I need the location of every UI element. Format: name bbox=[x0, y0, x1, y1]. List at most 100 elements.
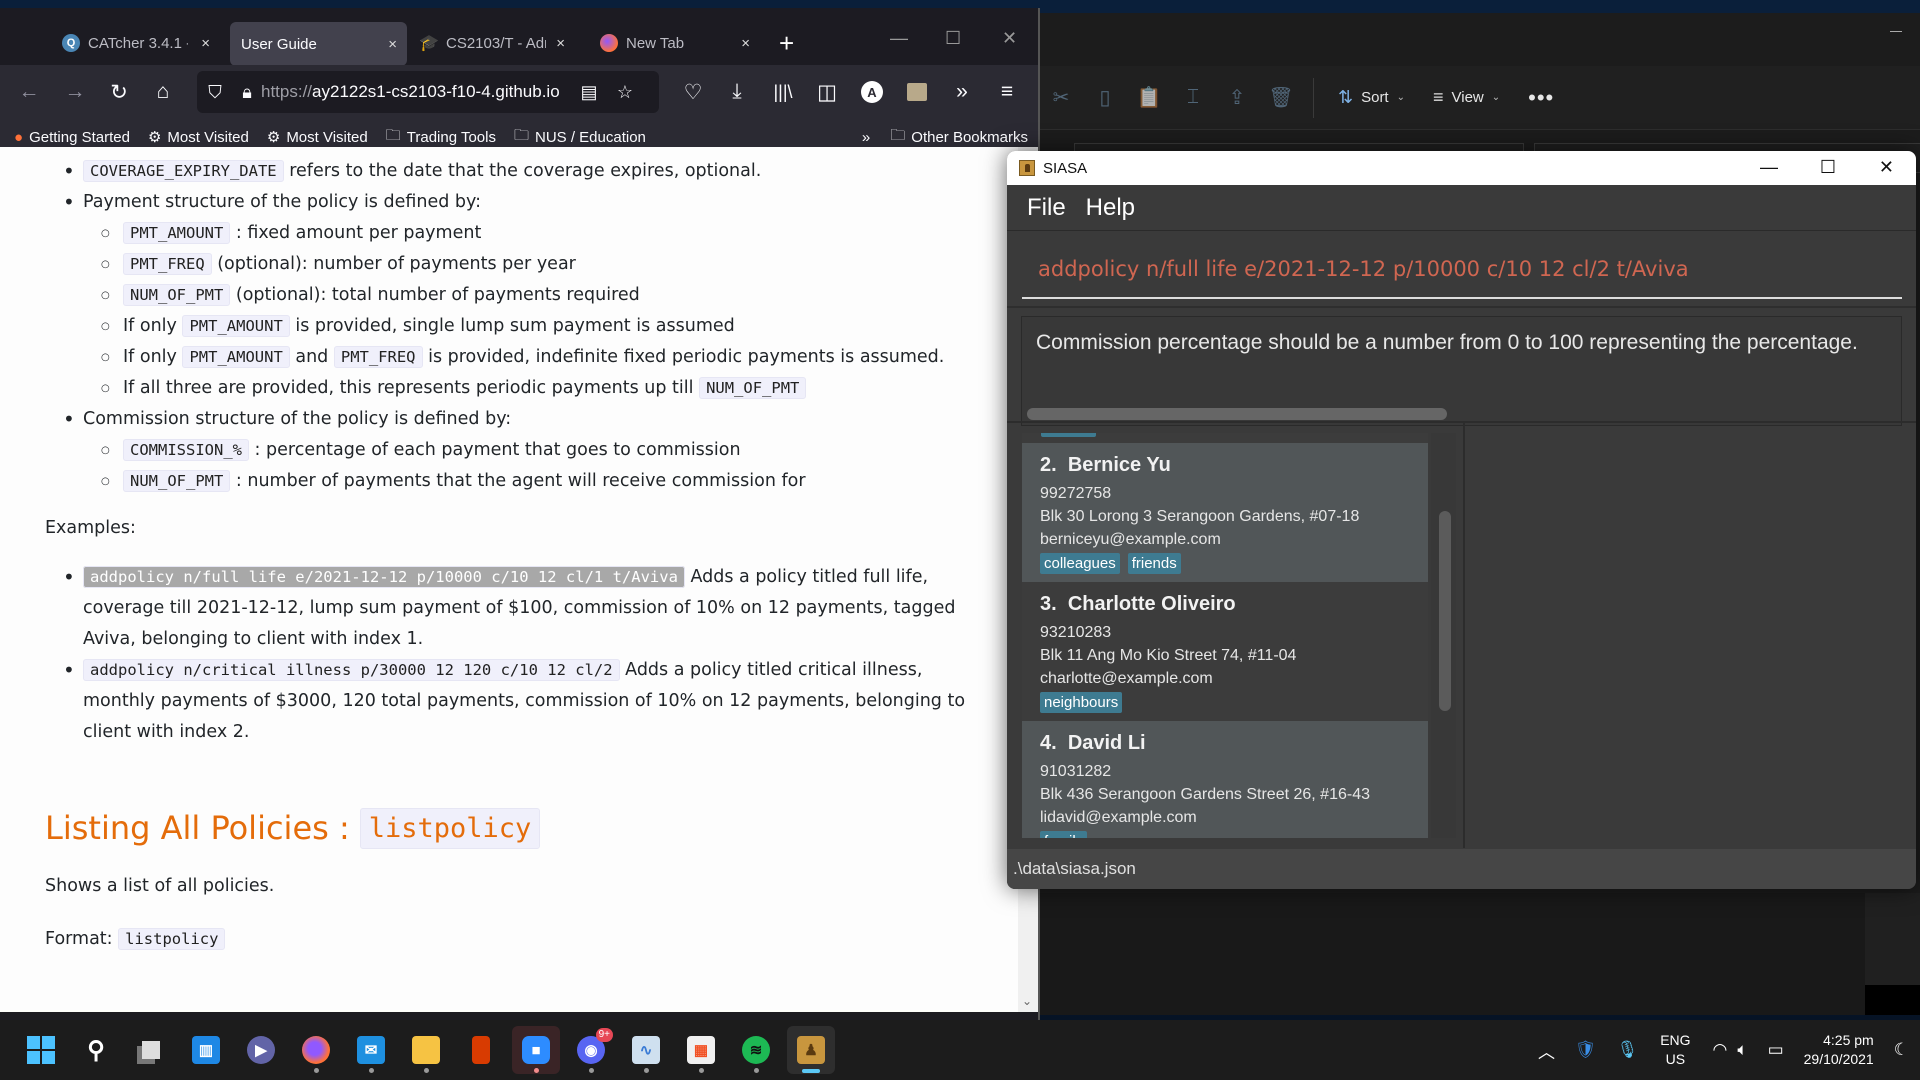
bookmark-other-bookmarks[interactable]: 🗀 Other Bookmarks bbox=[890, 125, 1028, 150]
close-button[interactable]: ✕ bbox=[1879, 157, 1894, 178]
taskbar-spotify[interactable]: ≋ bbox=[732, 1026, 780, 1074]
client-card[interactable]: 4. David Li 91031282 Blk 436 Serangoon G… bbox=[1022, 721, 1428, 838]
cut-icon[interactable]: ✂ bbox=[1039, 78, 1083, 118]
paste-icon[interactable]: 📋 bbox=[1127, 78, 1171, 118]
lock-icon[interactable]: 🔒︎ bbox=[233, 82, 261, 103]
close-tab-icon[interactable]: × bbox=[201, 35, 210, 52]
taskbar-resource-monitor[interactable]: ∿ bbox=[622, 1026, 670, 1074]
hamburger-menu-icon[interactable]: ≡ bbox=[992, 77, 1022, 107]
home-button[interactable]: ⌂ bbox=[148, 77, 178, 107]
command-input[interactable]: addpolicy n/full life e/2021-12-12 p/100… bbox=[1038, 257, 1689, 281]
client-phone: 99272758 bbox=[1040, 485, 1112, 502]
taskbar-discord[interactable]: ◉ 9+ bbox=[567, 1026, 615, 1074]
client-card[interactable]: 2. Bernice Yu 99272758 Blk 30 Lorong 3 S… bbox=[1022, 443, 1428, 582]
downloads-icon[interactable]: ⤓ bbox=[722, 77, 752, 107]
rename-icon[interactable]: ⌶ bbox=[1171, 78, 1215, 118]
taskbar-widgets[interactable]: ▥ bbox=[182, 1026, 230, 1074]
format-line: Format: listpolicy bbox=[45, 924, 995, 955]
bookmark-most-visited[interactable]: ⚙ Most Visited bbox=[147, 128, 249, 147]
tab-cs2103[interactable]: 🎓 CS2103/T - Adm × bbox=[419, 21, 575, 65]
sort-icon: ⇅ bbox=[1338, 87, 1354, 107]
result-message: Commission percentage should be a number… bbox=[1036, 331, 1858, 354]
list-item: If only PMT_AMOUNT is provided, single l… bbox=[101, 311, 995, 342]
command-box[interactable]: addpolicy n/full life e/2021-12-12 p/100… bbox=[1007, 231, 1916, 308]
bookmarks-overflow-icon[interactable]: » bbox=[862, 129, 870, 146]
bookmark-most-visited-2[interactable]: ⚙ Most Visited bbox=[267, 128, 368, 147]
new-tab-button[interactable]: + bbox=[779, 30, 794, 56]
taskbar-store[interactable]: ▦ bbox=[677, 1026, 725, 1074]
taskbar-firefox[interactable] bbox=[292, 1026, 340, 1074]
clock[interactable]: 4:25 pm 29/10/2021 bbox=[1804, 1031, 1874, 1069]
sort-button[interactable]: ⇅ Sort ⌄ bbox=[1324, 80, 1419, 116]
search-button[interactable]: ⚲ bbox=[72, 1026, 120, 1074]
zoom-icon: ■ bbox=[522, 1036, 550, 1064]
reload-button[interactable]: ↻ bbox=[104, 77, 134, 107]
overflow-menu-icon[interactable]: » bbox=[947, 77, 977, 107]
url-text[interactable]: https://ay2122s1-cs2103-f10-4.github.io bbox=[261, 82, 571, 102]
microphone-icon[interactable]: 🎙︎ bbox=[1617, 1040, 1639, 1060]
show-hidden-icons-button[interactable]: ︿ bbox=[1538, 1038, 1555, 1063]
navigation-toolbar: ← → ↻ ⌂ ⛉ 🔒︎ https://ay2122s1-cs2103-f10… bbox=[0, 65, 1038, 119]
spotify-icon: ≋ bbox=[742, 1036, 770, 1064]
close-tab-icon[interactable]: × bbox=[388, 36, 397, 53]
library-icon[interactable]: |||\ bbox=[768, 77, 798, 107]
menu-file[interactable]: File bbox=[1027, 194, 1066, 222]
taskbar-file-explorer[interactable] bbox=[402, 1026, 450, 1074]
scrollbar-thumb[interactable] bbox=[1439, 511, 1451, 711]
selected-code[interactable]: addpolicy n/full life e/2021-12-12 p/100… bbox=[83, 566, 685, 588]
start-button[interactable] bbox=[17, 1026, 65, 1074]
widgets-icon: ▥ bbox=[192, 1036, 220, 1064]
forward-button[interactable]: → bbox=[60, 77, 90, 107]
menu-help[interactable]: Help bbox=[1086, 194, 1135, 222]
bookmark-getting-started[interactable]: ● Getting Started bbox=[14, 129, 130, 146]
explorer-minimize-button[interactable] bbox=[1890, 31, 1902, 32]
client-list-scrollbar[interactable] bbox=[1431, 433, 1456, 838]
battery-icon[interactable]: ▭ bbox=[1768, 1040, 1784, 1060]
taskbar-office[interactable] bbox=[457, 1026, 505, 1074]
back-button[interactable]: ← bbox=[14, 77, 44, 107]
minimize-button[interactable]: — bbox=[890, 28, 908, 49]
taskbar-teams-chat[interactable]: ▶ bbox=[237, 1026, 285, 1074]
security-shield-icon[interactable]: 🛡︎ bbox=[1575, 1040, 1597, 1060]
list-item: Commission structure of the policy is de… bbox=[45, 404, 995, 497]
close-tab-icon[interactable]: × bbox=[556, 35, 565, 52]
gear-icon: ⚙ bbox=[147, 129, 162, 146]
maximize-button[interactable]: ☐ bbox=[945, 28, 961, 49]
close-window-button[interactable]: ✕ bbox=[1002, 28, 1017, 49]
shield-icon[interactable]: ⛉ bbox=[197, 82, 233, 103]
copy-icon[interactable]: ▯ bbox=[1083, 78, 1127, 118]
task-view-button[interactable] bbox=[127, 1026, 175, 1074]
bookmark-star-icon[interactable]: ☆ bbox=[607, 82, 643, 103]
taskbar-zoom[interactable]: ■ bbox=[512, 1026, 560, 1074]
scroll-down-icon[interactable]: ⌄ bbox=[1022, 994, 1032, 1008]
more-options-button[interactable]: ••• bbox=[1514, 85, 1568, 111]
list-item: NUM_OF_PMT : number of payments that the… bbox=[101, 466, 995, 497]
horizontal-scrollbar[interactable] bbox=[1027, 408, 1447, 420]
share-icon[interactable]: ⇪ bbox=[1215, 78, 1259, 118]
focus-assist-moon-icon[interactable]: ☾ bbox=[1894, 1040, 1909, 1060]
close-tab-icon[interactable]: × bbox=[741, 35, 750, 52]
pocket-icon[interactable]: ♡ bbox=[678, 77, 708, 107]
tab-user-guide[interactable]: User Guide × bbox=[230, 22, 407, 66]
tab-catcher[interactable]: Q CATcher 3.4.1 - n × bbox=[62, 21, 220, 65]
language-indicator[interactable]: ENG US bbox=[1660, 1031, 1690, 1069]
tab-new-tab[interactable]: New Tab × bbox=[600, 21, 760, 65]
taskbar-siasa[interactable]: ♟ bbox=[787, 1026, 835, 1074]
bookmark-nus-education[interactable]: 🗀 NUS / Education bbox=[514, 125, 646, 150]
view-button[interactable]: ≡ View ⌄ bbox=[1419, 80, 1514, 116]
sidebar-icon[interactable]: ◫ bbox=[812, 77, 842, 107]
reader-view-icon[interactable]: ▤ bbox=[571, 82, 607, 103]
extension-icon[interactable] bbox=[902, 77, 932, 107]
url-bar[interactable]: ⛉ 🔒︎ https://ay2122s1-cs2103-f10-4.githu… bbox=[197, 71, 659, 113]
taskbar-mail[interactable]: ✉ bbox=[347, 1026, 395, 1074]
delete-icon[interactable]: 🗑 bbox=[1259, 78, 1303, 118]
wifi-icon[interactable]: ◠ bbox=[1713, 1040, 1728, 1060]
minimize-button[interactable]: — bbox=[1760, 157, 1778, 178]
volume-icon[interactable]: 🔈︎ bbox=[1737, 1040, 1747, 1060]
maximize-button[interactable]: ☐ bbox=[1820, 157, 1836, 178]
status-bar: .\data\siasa.json bbox=[1007, 849, 1916, 889]
bookmark-trading-tools[interactable]: 🗀 Trading Tools bbox=[386, 125, 496, 150]
account-avatar-icon[interactable]: A bbox=[857, 77, 887, 107]
client-card[interactable]: 3. Charlotte Oliveiro 93210283 Blk 11 An… bbox=[1022, 582, 1428, 721]
firefox-icon bbox=[302, 1036, 330, 1064]
